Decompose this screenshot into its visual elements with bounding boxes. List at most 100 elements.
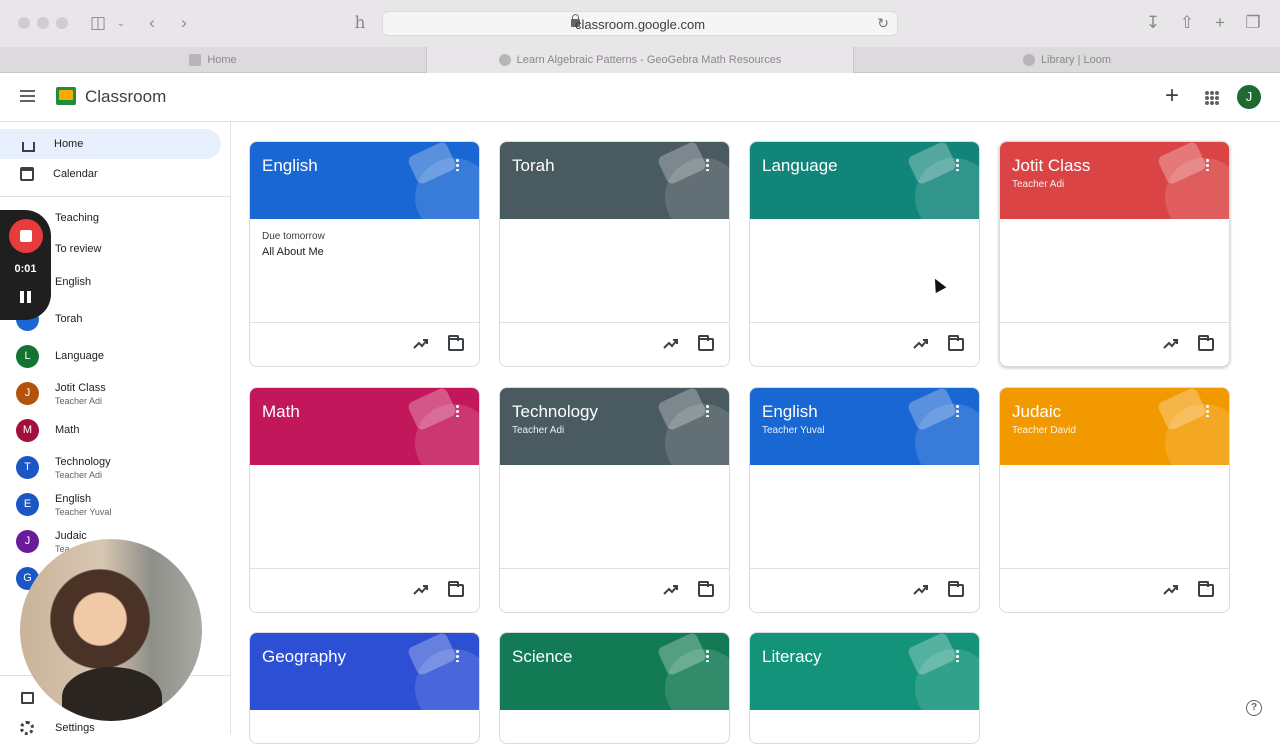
class-card[interactable]: English Due tomorrow All About Me — [249, 141, 480, 367]
webcam-bubble[interactable] — [20, 539, 202, 721]
card-banner[interactable]: Science — [500, 633, 729, 710]
card-title[interactable]: Judaic — [1012, 402, 1061, 422]
stop-recording-button[interactable] — [9, 219, 43, 253]
class-card[interactable]: Technology Teacher Adi — [499, 387, 730, 613]
card-title[interactable]: Math — [262, 402, 300, 422]
hamburger-icon[interactable] — [20, 90, 35, 102]
kebab-icon[interactable] — [456, 158, 459, 171]
card-banner[interactable]: Math — [250, 388, 479, 465]
card-title[interactable]: English — [262, 156, 318, 176]
pause-icon[interactable] — [20, 291, 31, 303]
new-tab-icon[interactable]: + — [1211, 13, 1229, 33]
card-banner[interactable]: Language — [750, 142, 979, 219]
tab-home[interactable]: Home — [0, 47, 426, 73]
sidebar-item-settings[interactable]: Settings — [55, 722, 95, 734]
apps-icon[interactable] — [1205, 91, 1219, 105]
archive-icon[interactable] — [21, 692, 34, 704]
folder-icon[interactable] — [698, 581, 714, 597]
card-title[interactable]: Torah — [512, 156, 555, 176]
folder-icon[interactable] — [698, 335, 714, 351]
sidebar-item-to-review[interactable]: To review — [55, 243, 101, 255]
card-banner[interactable]: Torah — [500, 142, 729, 219]
card-title[interactable]: Technology — [512, 402, 598, 422]
app-title[interactable]: Classroom — [85, 87, 166, 107]
account-avatar[interactable]: J — [1237, 85, 1261, 109]
folder-icon[interactable] — [948, 335, 964, 351]
sidebar-toggle-icon[interactable]: ◫ — [88, 13, 108, 33]
kebab-icon[interactable] — [706, 649, 709, 662]
kebab-icon[interactable] — [956, 404, 959, 417]
folder-icon[interactable] — [1198, 581, 1214, 597]
class-card[interactable]: Math — [249, 387, 480, 613]
class-card[interactable]: Judaic Teacher David — [999, 387, 1230, 613]
card-banner[interactable]: English Teacher Yuval — [750, 388, 979, 465]
class-card[interactable]: Literacy — [749, 632, 980, 744]
chevron-down-icon[interactable]: ⌄ — [115, 13, 127, 33]
kebab-icon[interactable] — [456, 404, 459, 417]
share-icon[interactable]: ⇧ — [1178, 13, 1196, 33]
folder-icon[interactable] — [448, 581, 464, 597]
class-card[interactable]: Language — [749, 141, 980, 367]
address-bar[interactable]: classroom.google.com ↻ — [382, 11, 898, 36]
help-icon[interactable]: ? — [1246, 700, 1262, 716]
card-title[interactable]: Jotit Class — [1012, 156, 1090, 176]
card-title[interactable]: Science — [512, 647, 572, 667]
plus-icon[interactable]: + — [1165, 84, 1179, 108]
class-card[interactable]: Torah — [499, 141, 730, 367]
forward-icon[interactable]: › — [175, 13, 193, 33]
trend-icon[interactable] — [1163, 336, 1179, 352]
settings-icon[interactable] — [20, 721, 34, 735]
kebab-icon[interactable] — [456, 649, 459, 662]
card-banner[interactable]: English — [250, 142, 479, 219]
close-window-button[interactable] — [18, 17, 30, 29]
card-banner[interactable]: Literacy — [750, 633, 979, 710]
assignment-link[interactable]: All About Me — [262, 246, 324, 258]
sidebar-class-item[interactable]: J Jotit Class Teacher Adi — [0, 376, 221, 412]
extension-icon[interactable]: h — [350, 13, 370, 33]
tab-overview-icon[interactable]: ❐ — [1244, 13, 1262, 33]
folder-icon[interactable] — [948, 581, 964, 597]
card-banner[interactable]: Geography — [250, 633, 479, 710]
trend-icon[interactable] — [663, 582, 679, 598]
kebab-icon[interactable] — [706, 158, 709, 171]
class-card[interactable]: Jotit Class Teacher Adi — [999, 141, 1230, 367]
tab-loom[interactable]: Library | Loom — [853, 47, 1280, 73]
trend-icon[interactable] — [913, 582, 929, 598]
sidebar-class-item[interactable]: E English Teacher Yuval — [0, 487, 221, 523]
sidebar-class-item[interactable]: L Language — [0, 339, 221, 375]
folder-icon[interactable] — [1198, 335, 1214, 351]
tab-geogebra[interactable]: Learn Algebraic Patterns - GeoGebra Math… — [426, 47, 853, 73]
kebab-icon[interactable] — [706, 404, 709, 417]
minimize-window-button[interactable] — [37, 17, 49, 29]
card-banner[interactable]: Technology Teacher Adi — [500, 388, 729, 465]
trend-icon[interactable] — [663, 336, 679, 352]
card-title[interactable]: Literacy — [762, 647, 822, 667]
class-card[interactable]: Science — [499, 632, 730, 744]
kebab-icon[interactable] — [1206, 158, 1209, 171]
sidebar-item-teaching[interactable]: Teaching — [55, 212, 99, 224]
class-card[interactable]: English Teacher Yuval — [749, 387, 980, 613]
sidebar-item-calendar[interactable]: Calendar — [0, 159, 221, 189]
trend-icon[interactable] — [413, 336, 429, 352]
back-icon[interactable]: ‹ — [143, 13, 161, 33]
reload-icon[interactable]: ↻ — [877, 15, 889, 32]
trend-icon[interactable] — [913, 336, 929, 352]
classroom-logo[interactable] — [56, 87, 76, 105]
zoom-window-button[interactable] — [56, 17, 68, 29]
card-title[interactable]: English — [762, 402, 818, 422]
card-title[interactable]: Geography — [262, 647, 346, 667]
sidebar-item-home[interactable]: Home — [0, 129, 221, 159]
kebab-icon[interactable] — [956, 649, 959, 662]
download-icon[interactable]: ↧ — [1144, 13, 1162, 33]
sidebar-class-item[interactable]: T Technology Teacher Adi — [0, 450, 221, 486]
trend-icon[interactable] — [1163, 582, 1179, 598]
card-banner[interactable]: Judaic Teacher David — [1000, 388, 1229, 465]
class-card[interactable]: Geography — [249, 632, 480, 744]
kebab-icon[interactable] — [956, 158, 959, 171]
card-title[interactable]: Language — [762, 156, 838, 176]
card-banner[interactable]: Jotit Class Teacher Adi — [1000, 142, 1229, 219]
trend-icon[interactable] — [413, 582, 429, 598]
sidebar-class-item[interactable]: M Math — [0, 413, 221, 449]
folder-icon[interactable] — [448, 335, 464, 351]
kebab-icon[interactable] — [1206, 404, 1209, 417]
